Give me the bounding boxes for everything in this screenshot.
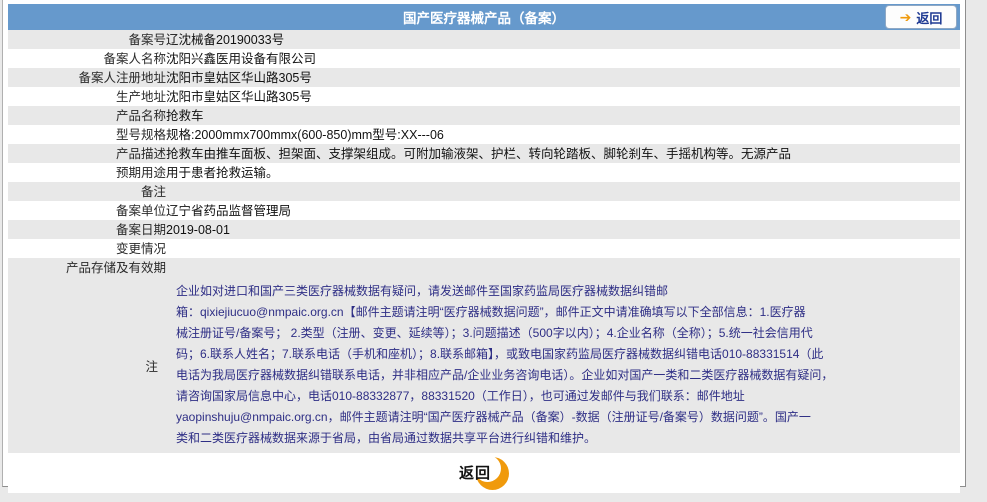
field-label: 产品描述 [8,144,166,163]
note-line: 箱：qixiejiucuo@nmpaic.org.cn【邮件主题请注明“医疗器械… [176,302,960,323]
field-value: 沈阳市皇姑区华山路305号 [166,87,960,106]
fields-table: 备案号 辽沈械备20190033号 备案人名称 沈阳兴鑫医用设备有限公司 备案人… [8,30,960,277]
fields-table-body: 备案号 辽沈械备20190033号 备案人名称 沈阳兴鑫医用设备有限公司 备案人… [8,30,960,277]
field-label: 备案单位 [8,201,166,220]
field-row: 产品描述 抢救车由推车面板、担架面、支撑架组成。可附加输液架、护栏、转向轮踏板、… [8,144,960,163]
field-value: 辽宁省药品监督管理局 [166,201,960,220]
field-row: 备案单位 辽宁省药品监督管理局 [8,201,960,220]
note-label: 注 [8,356,166,375]
field-value: 抢救车 [166,106,960,125]
field-row: 备注 [8,182,960,201]
right-arrow-icon: ➔ [900,10,912,24]
content-inner: 国产医疗器械产品（备案） ➔ 返回 备案号 辽沈械备20190033号 备案人名… [8,4,960,493]
note-row: 注 企业如对进口和国产三类医疗器械数据有疑问，请发送邮件至国家药监局医疗器械数据… [8,277,960,453]
back-button-bottom-label: 返回 [459,457,491,490]
field-value: 辽沈械备20190033号 [166,30,960,49]
page-title: 国产医疗器械产品（备案） [403,7,565,27]
field-row: 备案日期 2019-08-01 [8,220,960,239]
back-button-top-label: 返回 [916,8,942,27]
field-value [166,182,960,201]
field-value: 沈阳兴鑫医用设备有限公司 [166,49,960,68]
field-label: 产品名称 [8,106,166,125]
field-value: 沈阳市皇姑区华山路305号 [166,68,960,87]
field-row: 预期用途 用于患者抢救运输。 [8,163,960,182]
field-value [166,258,960,277]
note-line: 类和二类医疗器械数据来源于省局，由省局通过数据共享平台进行纠错和维护。 [176,428,960,449]
field-row: 生产地址 沈阳市皇姑区华山路305号 [8,87,960,106]
field-label: 生产地址 [8,87,166,106]
note-text: 企业如对进口和国产三类医疗器械数据有疑问，请发送邮件至国家药监局医疗器械数据纠错… [166,277,960,453]
note-line: 码；6.联系人姓名；7.联系电话（手机和座机）；8.联系邮箱】，或致电国家药监局… [176,344,960,365]
field-value: 用于患者抢救运输。 [166,163,960,182]
field-row: 型号规格 规格:2000mmx700mmx(600-850)mm型号:XX---… [8,125,960,144]
page: { "header": { "title": "国产医疗器械产品（备案）", "… [0,0,987,502]
field-label: 备案号 [8,30,166,49]
field-row: 备案人注册地址 沈阳市皇姑区华山路305号 [8,68,960,87]
note-line: 请咨询国家局信息中心，电话010-88332877，88331520（工作日），… [176,386,960,407]
field-value: 抢救车由推车面板、担架面、支撑架组成。可附加输液架、护栏、转向轮踏板、脚轮刹车、… [166,144,960,163]
field-row: 备案号 辽沈械备20190033号 [8,30,960,49]
field-row: 产品名称 抢救车 [8,106,960,125]
note-line: yaopinshuju@nmpaic.org.cn，邮件主题请注明“国产医疗器械… [176,407,960,428]
field-label: 备案日期 [8,220,166,239]
field-label: 备案人注册地址 [8,68,166,87]
note-line: 械注册证号/备案号； 2.类型（注册、变更、延续等）；3.问题描述（500字以内… [176,323,960,344]
back-button-top[interactable]: ➔ 返回 [885,5,957,29]
note-line: 企业如对进口和国产三类医疗器械数据有疑问，请发送邮件至国家药监局医疗器械数据纠错… [176,281,960,302]
field-label: 预期用途 [8,163,166,182]
footer: 返回 [8,453,960,493]
field-value: 2019-08-01 [166,220,960,239]
field-label: 变更情况 [8,239,166,258]
note-line: 电话为我局医疗器械数据纠错联系电话，并非相应产品/企业业务咨询电话）。企业如对国… [176,365,960,386]
field-label: 型号规格 [8,125,166,144]
field-label: 产品存储及有效期 [8,258,166,277]
header-bar: 国产医疗器械产品（备案） ➔ 返回 [8,4,960,30]
field-label: 备注 [8,182,166,201]
field-label: 备案人名称 [8,49,166,68]
field-value [166,239,960,258]
content-panel: 国产医疗器械产品（备案） ➔ 返回 备案号 辽沈械备20190033号 备案人名… [2,0,966,487]
field-row: 变更情况 [8,239,960,258]
field-row: 产品存储及有效期 [8,258,960,277]
back-button-bottom[interactable]: 返回 [459,457,509,490]
field-row: 备案人名称 沈阳兴鑫医用设备有限公司 [8,49,960,68]
field-value: 规格:2000mmx700mmx(600-850)mm型号:XX---06 [166,125,960,144]
